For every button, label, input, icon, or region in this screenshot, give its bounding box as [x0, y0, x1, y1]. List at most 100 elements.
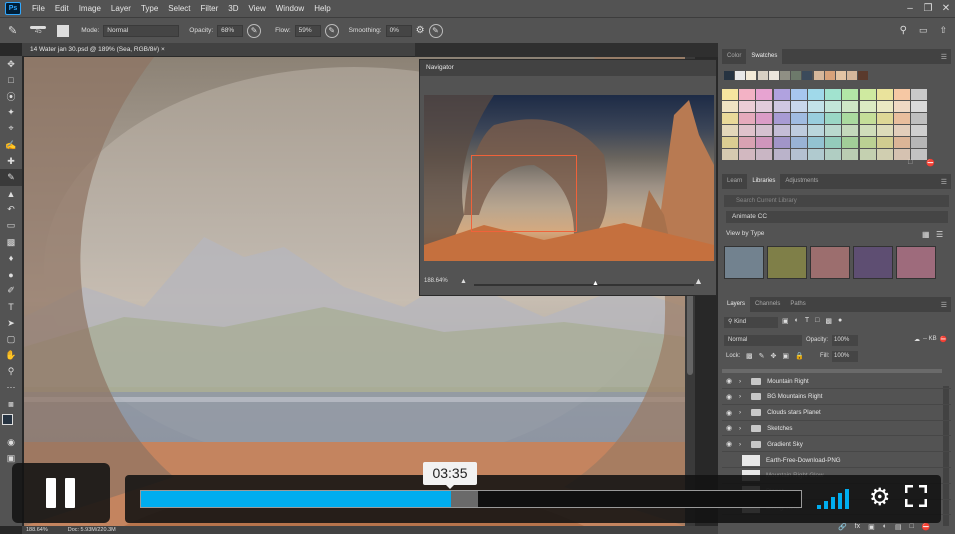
layer-row[interactable]: Earth-Free-Download-PNG	[722, 453, 951, 468]
swatch[interactable]	[847, 71, 858, 80]
swatch[interactable]	[735, 71, 746, 80]
swatch[interactable]	[756, 125, 773, 136]
chevron-right-icon[interactable]: ›	[739, 409, 741, 416]
brush-tool-icon[interactable]: ✎	[8, 24, 17, 37]
swatch[interactable]	[836, 71, 846, 80]
swatch[interactable]	[756, 149, 773, 160]
swatch[interactable]	[722, 101, 738, 112]
layer-row[interactable]: ◉ › Sketches	[722, 421, 951, 437]
lock-position-icon[interactable]: ✥	[771, 352, 777, 360]
swatch[interactable]	[756, 89, 773, 100]
status-zoom[interactable]: 188.64%	[26, 526, 48, 534]
cloud-icon[interactable]: ☁	[914, 336, 920, 343]
eyedropper-icon[interactable]: ✍	[0, 137, 22, 153]
swatch[interactable]	[894, 113, 910, 124]
move-tool-icon[interactable]: ✥	[0, 56, 22, 72]
swatch[interactable]	[842, 137, 859, 148]
swatch[interactable]	[876, 101, 893, 112]
zoom-out-icon[interactable]: ▲	[460, 278, 467, 285]
swatch[interactable]	[773, 89, 790, 100]
layer-opacity-input[interactable]: 100%	[832, 335, 858, 346]
swatch[interactable]	[808, 113, 824, 124]
menu-type[interactable]: Type	[136, 4, 163, 13]
swatch[interactable]	[876, 125, 893, 136]
swatch[interactable]	[773, 113, 790, 124]
opacity-input[interactable]: 68%	[217, 24, 244, 37]
navigator-view-box[interactable]	[471, 155, 577, 232]
swatch[interactable]	[825, 137, 842, 148]
chevron-right-icon[interactable]: ›	[739, 441, 741, 448]
pressure-opacity-icon[interactable]: ✎	[247, 23, 262, 38]
marquee-tool-icon[interactable]: □	[0, 72, 22, 88]
swatch[interactable]	[911, 137, 928, 148]
lock-all-icon[interactable]: 🔒	[795, 352, 804, 360]
lock-artboard-icon[interactable]: ▣	[782, 352, 789, 360]
swatch[interactable]	[722, 113, 738, 124]
swatch[interactable]	[808, 125, 824, 136]
pixel-filter-icon[interactable]: ▣	[782, 317, 789, 325]
swatch[interactable]	[825, 89, 842, 100]
trash-icon[interactable]: ⛔	[940, 336, 947, 343]
swatch[interactable]	[791, 71, 802, 80]
swatch[interactable]	[790, 89, 807, 100]
swatch[interactable]	[825, 101, 842, 112]
swatch[interactable]	[894, 125, 910, 136]
swatch[interactable]	[739, 89, 756, 100]
history-brush-icon[interactable]: ↶	[0, 202, 22, 218]
swatch[interactable]	[739, 149, 756, 160]
path-select-icon[interactable]: ➤	[0, 315, 22, 331]
airbrush-icon[interactable]: ✎	[324, 23, 339, 38]
zoom-in-icon[interactable]: ▲	[694, 276, 703, 286]
swatch[interactable]	[739, 101, 756, 112]
swatch[interactable]	[722, 89, 738, 100]
menu-window[interactable]: Window	[271, 4, 309, 13]
library-select[interactable]: Animate CC	[726, 211, 948, 223]
swatch[interactable]	[859, 125, 876, 136]
tab-channels[interactable]: Channels	[750, 297, 785, 312]
swatch[interactable]	[722, 125, 738, 136]
swatch[interactable]	[739, 113, 756, 124]
menu-layer[interactable]: Layer	[106, 4, 136, 13]
workspace-icon[interactable]: ▭	[919, 25, 928, 36]
tab-adjustments[interactable]: Adjustments	[780, 174, 823, 189]
swatch[interactable]	[825, 113, 842, 124]
type-filter-icon[interactable]: T	[805, 317, 809, 325]
navigator-preview[interactable]	[424, 95, 714, 261]
close-icon[interactable]: ✕	[937, 3, 955, 14]
document-tab[interactable]: 14 Water jan 30.psd @ 189% (Sea, RGB/8#)…	[22, 43, 415, 57]
swatch[interactable]	[756, 101, 773, 112]
eye-icon[interactable]: ◉	[722, 377, 736, 385]
eye-icon[interactable]: ◉	[722, 424, 736, 432]
library-color-card[interactable]	[767, 246, 807, 279]
menu-select[interactable]: Select	[163, 4, 195, 13]
settings-icon[interactable]: ⚙	[869, 485, 891, 511]
eye-icon[interactable]: ◉	[722, 393, 736, 401]
swatch[interactable]	[813, 71, 824, 80]
panel-menu-icon[interactable]: ☰	[941, 178, 951, 186]
library-color-card[interactable]	[896, 246, 936, 279]
swatch[interactable]	[722, 137, 738, 148]
menu-3d[interactable]: 3D	[223, 4, 243, 13]
swatch[interactable]	[859, 89, 876, 100]
gradient-tool-icon[interactable]: ▩	[0, 234, 22, 250]
healing-brush-icon[interactable]: ✚	[0, 153, 22, 169]
swatch[interactable]	[790, 113, 807, 124]
menu-filter[interactable]: Filter	[196, 4, 224, 13]
grid-view-icon[interactable]: ▦	[922, 230, 930, 239]
panel-menu-icon[interactable]: ☰	[941, 53, 951, 61]
fx-icon[interactable]: fx	[855, 523, 860, 531]
swatch[interactable]	[790, 101, 807, 112]
volume-icon[interactable]	[817, 489, 853, 509]
eye-icon[interactable]: ◉	[722, 409, 736, 417]
video-progress-bar[interactable]	[140, 490, 802, 508]
new-layer-icon[interactable]: □	[910, 523, 914, 531]
layer-row[interactable]: ◉ › Mountain Right	[722, 374, 951, 389]
swatch[interactable]	[825, 125, 842, 136]
clone-stamp-icon[interactable]: ▲	[0, 186, 22, 202]
layer-row[interactable]: ◉ › BG Mountains Right	[722, 390, 951, 405]
swatch[interactable]	[876, 137, 893, 148]
new-swatch-icon[interactable]: □	[908, 159, 912, 166]
type-tool-icon[interactable]: T	[0, 299, 22, 315]
panel-menu-icon[interactable]: ☰	[941, 301, 951, 309]
menu-edit[interactable]: Edit	[50, 4, 74, 13]
